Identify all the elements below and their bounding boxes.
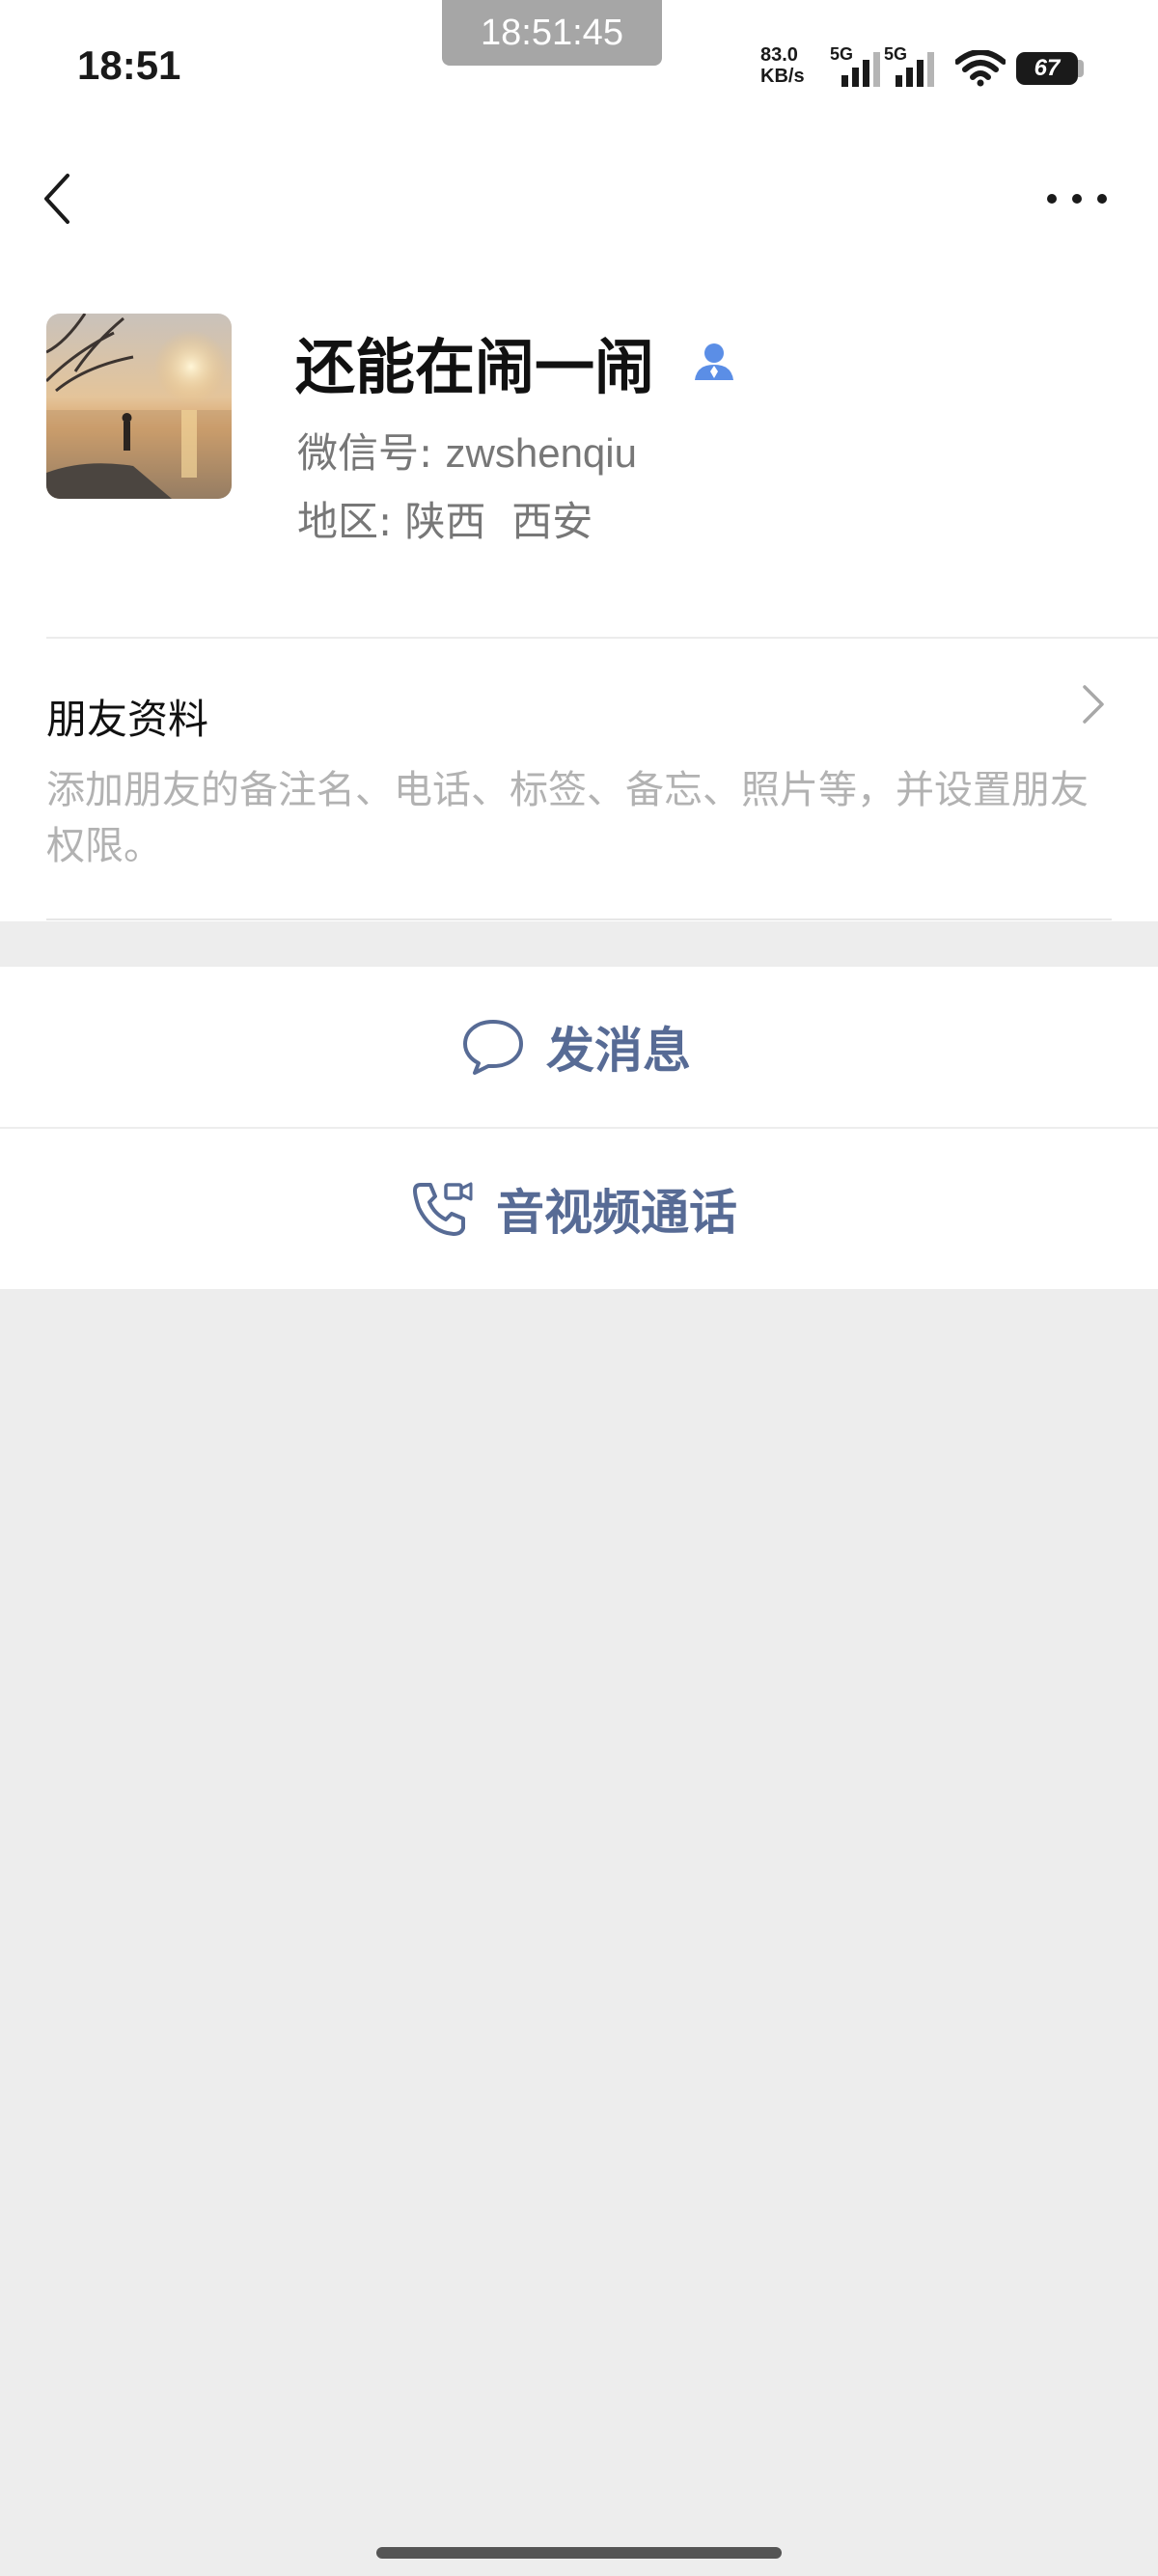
wechat-id: 微信号: zwshenqiu bbox=[297, 421, 637, 480]
status-time: 18:51 bbox=[77, 42, 181, 88]
avatar[interactable] bbox=[46, 314, 232, 499]
wechat-id-value: zwshenqiu bbox=[445, 430, 637, 476]
sim1-signal-icon: 5G bbox=[830, 44, 884, 87]
phone-video-icon bbox=[413, 1182, 473, 1236]
screen-recording-timer: 18:51:45 bbox=[442, 0, 662, 66]
region-city: 西安 bbox=[511, 498, 593, 545]
voice-video-call-button[interactable]: 音视频通话 bbox=[0, 1129, 1158, 1289]
sim2-signal-icon: 5G bbox=[884, 44, 938, 87]
region: 地区: 陕西 西安 bbox=[297, 489, 593, 548]
person-icon bbox=[695, 343, 733, 380]
voice-video-call-label: 音视频通话 bbox=[496, 1185, 737, 1241]
divider bbox=[46, 918, 1112, 920]
wifi-icon bbox=[955, 50, 1006, 87]
send-message-label: 发消息 bbox=[546, 1023, 691, 1079]
contact-name: 还能在闹一闹 bbox=[295, 332, 655, 402]
network-speed: 83.0 KB/s bbox=[760, 44, 818, 87]
battery-icon: 67 bbox=[1016, 52, 1078, 85]
friend-info-title: 朋友资料 bbox=[46, 696, 209, 743]
battery-tip bbox=[1078, 60, 1084, 77]
region-province: 陕西 bbox=[404, 498, 486, 545]
network-speed-unit: KB/s bbox=[760, 66, 805, 87]
chat-bubble-icon bbox=[463, 1020, 523, 1075]
friend-info-description: 添加朋友的备注名、电话、标签、备忘、照片等，并设置朋友权限。 bbox=[46, 768, 1089, 868]
region-label: 地区: bbox=[297, 498, 393, 545]
send-message-button[interactable]: 发消息 bbox=[0, 967, 1158, 1127]
more-options-button[interactable] bbox=[1042, 189, 1112, 208]
wechat-id-label: 微信号: bbox=[297, 429, 433, 477]
home-indicator[interactable] bbox=[376, 2547, 782, 2559]
chevron-right-icon[interactable] bbox=[1081, 683, 1106, 726]
network-speed-value: 83.0 bbox=[760, 44, 798, 66]
back-button[interactable] bbox=[39, 172, 77, 226]
